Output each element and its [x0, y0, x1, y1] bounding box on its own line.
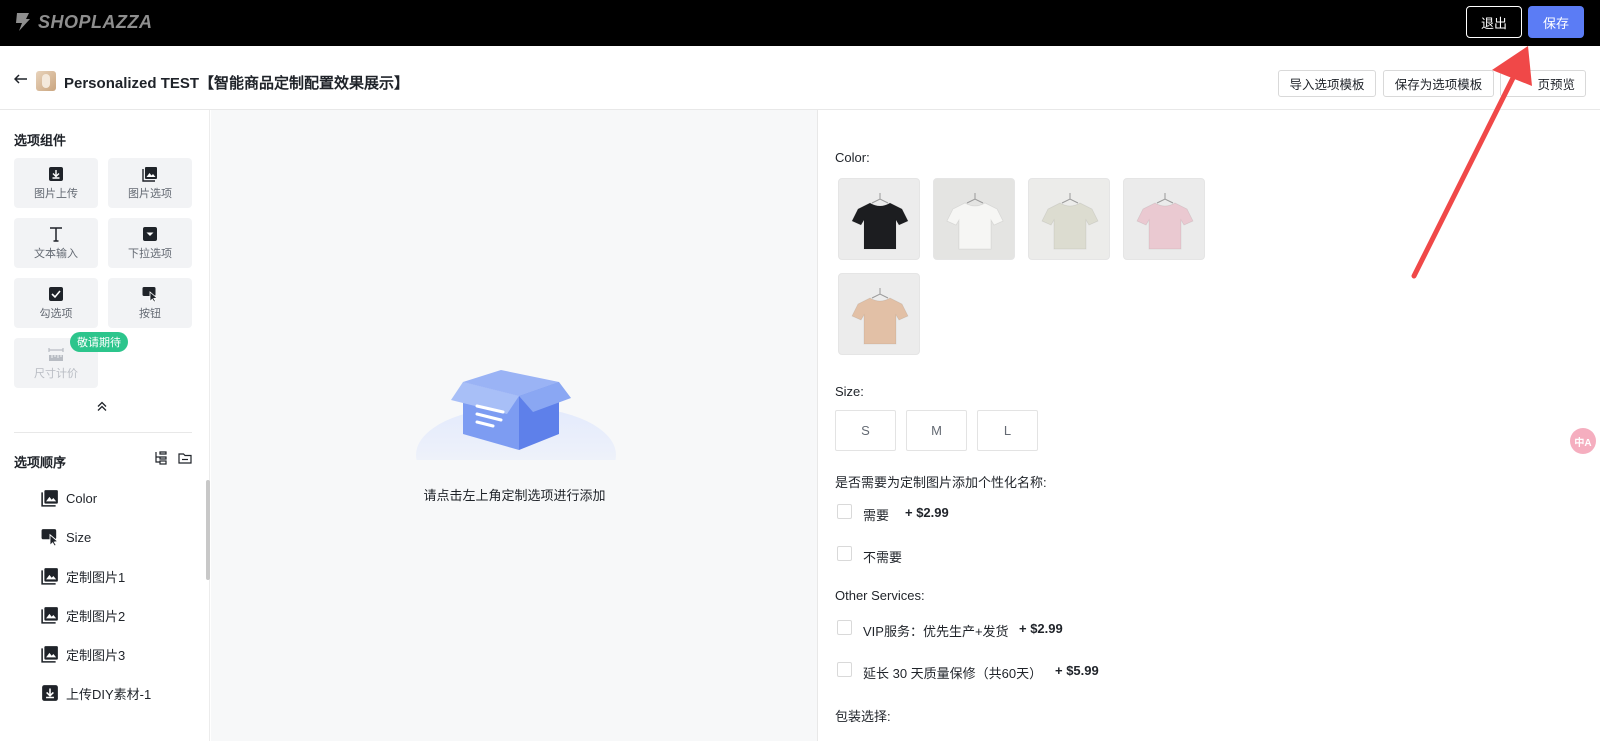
component-button[interactable]: 按钮: [108, 278, 192, 328]
name-yes-checkbox[interactable]: [837, 504, 852, 519]
other-services-label: Other Services:: [835, 588, 925, 603]
folder-icon[interactable]: [178, 451, 192, 465]
tshirt-image: [851, 193, 909, 250]
order-item-upload-diy[interactable]: 上传DIY素材-1: [41, 683, 151, 703]
name-no-checkbox[interactable]: [837, 546, 852, 561]
editor-canvas: 请点击左上角定制选项进行添加: [211, 110, 818, 741]
component-checkbox[interactable]: 勾选项: [14, 278, 98, 328]
ruler-icon: [48, 347, 64, 361]
text-T-icon: [50, 226, 62, 242]
color-swatch-black[interactable]: [838, 178, 920, 260]
empty-state-text: 请点击左上角定制选项进行添加: [423, 488, 606, 503]
exit-button[interactable]: 退出: [1466, 6, 1522, 38]
component-image-upload[interactable]: 图片上传: [14, 158, 98, 208]
save-button[interactable]: 保存: [1528, 6, 1584, 38]
image-stack-icon: [41, 568, 58, 585]
save-as-template-button[interactable]: 保存为选项模板: [1383, 70, 1494, 97]
size-option-s[interactable]: S: [835, 410, 896, 451]
component-image-option[interactable]: 图片选项: [108, 158, 192, 208]
logo-text: SHOPLAZZA: [38, 11, 153, 32]
vip-service-price: + $2.99: [1019, 621, 1063, 636]
order-item-custom-image-2[interactable]: 定制图片2: [41, 605, 125, 625]
size-option-l[interactable]: L: [977, 410, 1038, 451]
editor-header: Personalized TEST【智能商品定制配置效果展示】 导入选项模板 保…: [0, 46, 1600, 110]
tshirt-image: [1136, 193, 1194, 250]
color-swatch-pink[interactable]: [1123, 178, 1205, 260]
empty-box-illustration: [416, 370, 616, 460]
order-item-custom-image-1[interactable]: 定制图片1: [41, 566, 125, 586]
shoplazza-logo[interactable]: SHOPLAZZA: [14, 11, 153, 33]
packaging-label: 包装选择:: [835, 709, 891, 724]
name-no-label: 不需要: [863, 550, 903, 565]
shoplazza-logo-icon: [16, 13, 30, 31]
warranty-label: 延长 30 天质量保修（共60天）: [863, 666, 1043, 681]
back-arrow-icon[interactable]: [14, 74, 28, 84]
vip-service-label: VIP服务：优先生产+发货: [863, 624, 1009, 639]
tshirt-image: [946, 193, 1004, 250]
image-stack-icon: [41, 607, 58, 624]
color-swatch-sage[interactable]: [1028, 178, 1110, 260]
dropdown-box-icon: [143, 226, 157, 241]
tshirt-image: [1041, 193, 1099, 250]
name-question-label: 是否需要为定制图片添加个性化名称:: [835, 475, 1047, 490]
download-box-icon: [49, 166, 63, 181]
download-box-icon: [42, 685, 58, 701]
checkbox-icon: [49, 286, 63, 301]
collapse-up-icon[interactable]: [96, 400, 108, 412]
warranty-price: + $5.99: [1055, 663, 1099, 678]
image-stack-icon: [41, 490, 58, 507]
preview-panel: Color: Size: S M L 是否需要为定制图片添加个性化名称: 需要 …: [819, 110, 1600, 741]
import-template-button[interactable]: 导入选项模板: [1278, 70, 1376, 97]
cursor-button-icon: [41, 529, 59, 546]
top-bar: SHOPLAZZA 退出 保存: [0, 0, 1600, 46]
order-item-size[interactable]: Size: [41, 527, 91, 547]
color-swatch-white[interactable]: [933, 178, 1015, 260]
image-stack-icon: [142, 166, 157, 182]
size-label: Size:: [835, 384, 864, 399]
option-order-title: 选项顺序: [14, 455, 67, 470]
color-swatch-beige[interactable]: [838, 273, 920, 355]
divider: [14, 432, 192, 433]
order-item-custom-image-3[interactable]: 定制图片3: [41, 644, 125, 664]
image-stack-icon: [41, 646, 58, 663]
component-dropdown[interactable]: 下拉选项: [108, 218, 192, 268]
size-option-m[interactable]: M: [906, 410, 967, 451]
name-yes-label: 需要: [863, 508, 890, 523]
order-item-color[interactable]: Color: [41, 488, 97, 508]
left-panel: 选项组件 图片上传 图片选项 文本输入 下拉选项 勾选项 按钮 尺寸计价 敬请期…: [0, 110, 210, 741]
warranty-checkbox[interactable]: [837, 662, 852, 677]
left-panel-scrollbar[interactable]: [206, 480, 210, 580]
vip-service-checkbox[interactable]: [837, 620, 852, 635]
tree-structure-icon[interactable]: [154, 451, 168, 465]
components-title: 选项组件: [14, 133, 67, 148]
color-label: Color:: [835, 150, 870, 165]
product-thumbnail: [36, 71, 56, 91]
component-text-input[interactable]: 文本输入: [14, 218, 98, 268]
name-yes-price: + $2.99: [905, 505, 949, 520]
translate-icon[interactable]: 中A: [1570, 428, 1596, 454]
page-preview-button[interactable]: 页预览: [1500, 70, 1586, 97]
coming-soon-badge: 敬请期待: [70, 332, 128, 352]
tshirt-image: [851, 288, 909, 345]
cursor-button-icon: [142, 286, 158, 302]
page-title: Personalized TEST【智能商品定制配置效果展示】: [64, 75, 410, 92]
